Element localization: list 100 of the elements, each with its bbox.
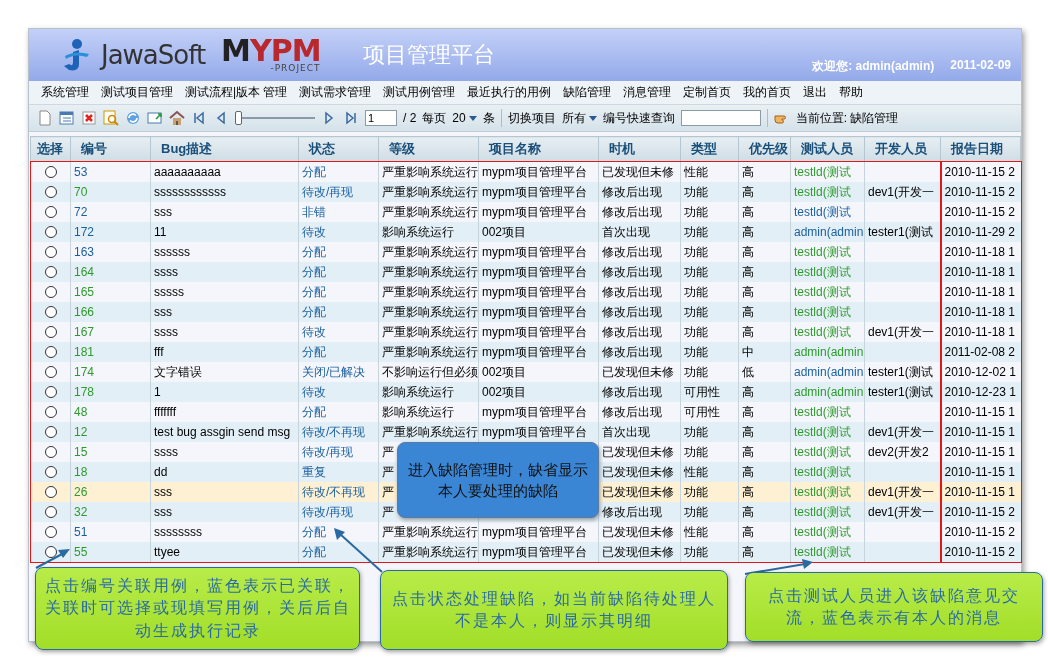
tester-link[interactable]: admin(admin xyxy=(790,382,865,402)
bug-id-link[interactable]: 55 xyxy=(70,542,151,562)
menu-item[interactable]: 帮助 xyxy=(833,84,870,101)
bug-id-link[interactable]: 12 xyxy=(70,422,151,442)
column-header[interactable]: 优先级 xyxy=(738,136,791,162)
radio-button[interactable] xyxy=(44,426,57,438)
status-link[interactable]: 分配 xyxy=(298,542,379,562)
bug-id-link[interactable]: 166 xyxy=(70,302,151,322)
radio-button[interactable] xyxy=(44,286,57,298)
slider-thumb[interactable] xyxy=(235,111,242,125)
home-icon[interactable] xyxy=(169,110,185,126)
radio-button[interactable] xyxy=(44,166,57,178)
menu-item[interactable]: 系统管理 xyxy=(35,84,95,101)
status-link[interactable]: 重复 xyxy=(298,462,379,482)
menu-item[interactable]: 消息管理 xyxy=(617,84,678,101)
status-link[interactable]: 待改/再现 xyxy=(298,502,379,522)
refresh-icon[interactable] xyxy=(125,110,141,126)
radio-button[interactable] xyxy=(44,186,57,198)
row-select-cell[interactable] xyxy=(30,482,71,502)
radio-button[interactable] xyxy=(44,546,57,558)
menu-item[interactable]: 退出 xyxy=(797,84,834,101)
list-icon[interactable] xyxy=(59,110,75,126)
column-header[interactable]: 项目名称 xyxy=(478,136,599,162)
row-select-cell[interactable] xyxy=(30,462,71,482)
column-header[interactable]: 报告日期 xyxy=(940,136,1021,162)
menu-item[interactable]: 定制首页 xyxy=(677,84,738,101)
per-page-dropdown[interactable]: 20 xyxy=(452,111,477,125)
menu-item[interactable]: 缺陷管理 xyxy=(557,84,618,101)
menu-item[interactable]: 测试流程|版本 管理 xyxy=(179,84,294,101)
row-select-cell[interactable] xyxy=(30,262,71,282)
first-page-icon[interactable] xyxy=(191,110,207,126)
status-link[interactable]: 待改/不再现 xyxy=(298,482,379,502)
column-header[interactable]: 类型 xyxy=(680,136,739,162)
last-page-icon[interactable] xyxy=(343,110,359,126)
export-icon[interactable] xyxy=(147,110,163,126)
column-header[interactable]: 选择 xyxy=(30,136,71,162)
row-select-cell[interactable] xyxy=(30,382,71,402)
page-field[interactable]: 1 xyxy=(365,110,397,126)
menu-item[interactable]: 测试用例管理 xyxy=(377,84,462,101)
bug-id-link[interactable]: 178 xyxy=(70,382,151,402)
menu-item[interactable]: 我的首页 xyxy=(737,84,798,101)
status-link[interactable]: 分配 xyxy=(298,342,379,362)
radio-button[interactable] xyxy=(44,266,57,278)
row-select-cell[interactable] xyxy=(30,302,71,322)
radio-button[interactable] xyxy=(44,326,57,338)
status-link[interactable]: 待改 xyxy=(298,222,379,242)
radio-button[interactable] xyxy=(44,406,57,418)
tester-link[interactable]: testld(测试 xyxy=(790,462,865,482)
column-header[interactable]: 编号 xyxy=(70,136,151,162)
bug-id-link[interactable]: 164 xyxy=(70,262,151,282)
menu-item[interactable]: 测试需求管理 xyxy=(293,84,378,101)
bug-id-link[interactable]: 70 xyxy=(70,182,151,202)
radio-button[interactable] xyxy=(44,386,57,398)
tester-link[interactable]: testld(测试 xyxy=(790,182,865,202)
bug-id-link[interactable]: 18 xyxy=(70,462,151,482)
row-select-cell[interactable] xyxy=(30,342,71,362)
status-link[interactable]: 待改/不再现 xyxy=(298,422,379,442)
status-link[interactable]: 分配 xyxy=(298,302,379,322)
delete-icon[interactable] xyxy=(81,110,97,126)
tester-link[interactable]: testld(测试 xyxy=(790,422,865,442)
row-select-cell[interactable] xyxy=(30,542,71,562)
search-icon[interactable] xyxy=(103,110,119,126)
bug-id-link[interactable]: 172 xyxy=(70,222,151,242)
menu-item[interactable]: 测试项目管理 xyxy=(95,84,179,101)
radio-button[interactable] xyxy=(44,466,57,478)
radio-button[interactable] xyxy=(44,306,57,318)
tester-link[interactable]: testld(测试 xyxy=(790,502,865,522)
bug-id-link[interactable]: 181 xyxy=(70,342,151,362)
bug-id-link[interactable]: 32 xyxy=(70,502,151,522)
tester-link[interactable]: testld(测试 xyxy=(790,482,865,502)
radio-button[interactable] xyxy=(44,226,57,238)
radio-button[interactable] xyxy=(44,366,57,378)
radio-button[interactable] xyxy=(44,446,57,458)
tester-link[interactable]: testld(测试 xyxy=(790,262,865,282)
row-select-cell[interactable] xyxy=(30,182,71,202)
tester-link[interactable]: admin(admin xyxy=(790,342,865,362)
tester-link[interactable]: admin(admin xyxy=(790,222,865,242)
status-link[interactable]: 待改 xyxy=(298,382,379,402)
column-header[interactable]: 状态 xyxy=(298,136,379,162)
radio-button[interactable] xyxy=(44,246,57,258)
row-select-cell[interactable] xyxy=(30,502,71,522)
radio-button[interactable] xyxy=(44,206,57,218)
quick-search-field[interactable] xyxy=(680,110,761,126)
radio-button[interactable] xyxy=(44,506,57,518)
radio-button[interactable] xyxy=(44,526,57,538)
radio-button[interactable] xyxy=(44,346,57,358)
row-select-cell[interactable] xyxy=(30,422,71,442)
radio-button[interactable] xyxy=(44,486,57,498)
project-dropdown[interactable]: 所有 xyxy=(561,109,597,127)
column-header[interactable]: 开发人员 xyxy=(864,136,941,162)
status-link[interactable]: 分配 xyxy=(298,262,379,282)
tester-link[interactable]: testld(测试 xyxy=(790,302,865,322)
status-link[interactable]: 待改/再现 xyxy=(298,182,379,202)
bug-id-link[interactable]: 26 xyxy=(70,482,151,502)
row-select-cell[interactable] xyxy=(30,222,71,242)
column-header[interactable]: 时机 xyxy=(598,136,681,162)
menu-item[interactable]: 最近执行的用例 xyxy=(461,84,558,101)
column-header[interactable]: 测试人员 xyxy=(790,136,865,162)
tester-link[interactable]: testld(测试 xyxy=(790,542,865,562)
column-header[interactable]: Bug描述 xyxy=(150,136,299,162)
